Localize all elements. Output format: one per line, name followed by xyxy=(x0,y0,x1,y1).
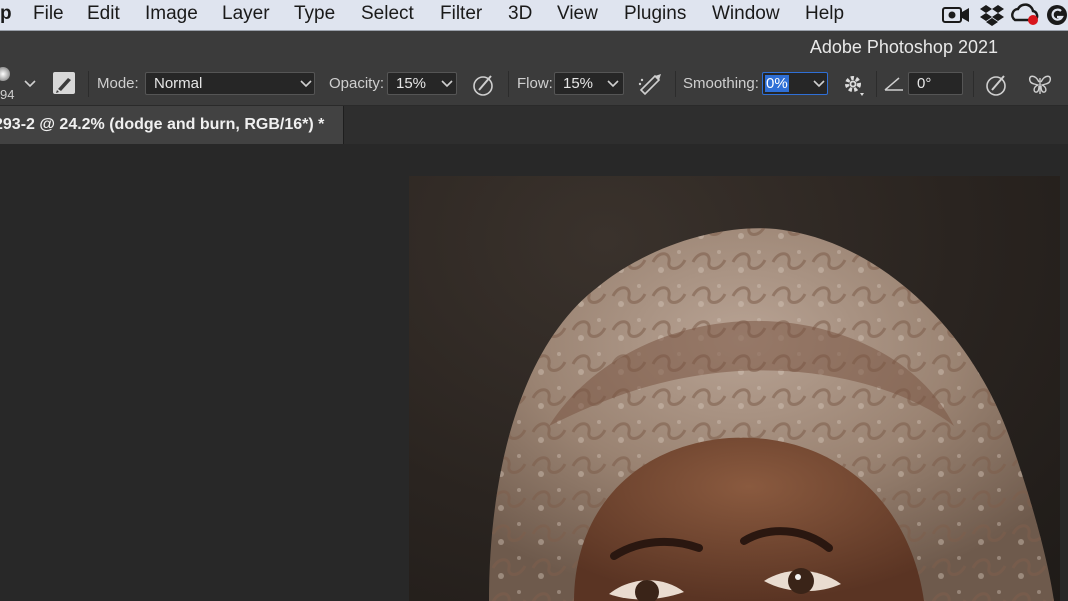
pressure-size-icon[interactable] xyxy=(984,72,1010,98)
brush-picker-chevron-icon[interactable] xyxy=(21,74,39,94)
separator xyxy=(675,71,676,97)
smoothing-settings-gear-icon[interactable] xyxy=(841,72,867,98)
mode-value: Normal xyxy=(154,75,203,92)
menu-bar: p File Edit Image Layer Type Select Filt… xyxy=(0,0,1068,30)
separator xyxy=(508,71,509,97)
opacity-value: 15% xyxy=(396,75,427,92)
menu-layer[interactable]: Layer xyxy=(222,3,270,25)
menu-window[interactable]: Window xyxy=(712,3,780,25)
creative-cloud-icon[interactable] xyxy=(1011,3,1041,27)
grammarly-icon[interactable] xyxy=(1046,3,1068,27)
mode-label: Mode: xyxy=(97,75,139,92)
opacity-chevron-icon[interactable] xyxy=(438,74,456,94)
document-tab[interactable]: 293-2 @ 24.2% (dodge and burn, RGB/16*) … xyxy=(0,106,344,144)
portrait-photo xyxy=(489,228,1054,601)
smoothing-label: Smoothing: xyxy=(683,75,759,92)
app-menu[interactable]: p xyxy=(0,3,12,25)
separator xyxy=(973,71,974,97)
smoothing-value: 0% xyxy=(765,75,789,92)
mode-chevron-icon[interactable] xyxy=(297,74,315,94)
airbrush-icon[interactable] xyxy=(637,72,663,98)
menu-image[interactable]: Image xyxy=(145,3,198,25)
angle-field[interactable]: 0° xyxy=(908,72,963,95)
flow-value: 15% xyxy=(563,75,594,92)
menu-type[interactable]: Type xyxy=(294,3,335,25)
menu-filter[interactable]: Filter xyxy=(440,3,482,25)
menu-file[interactable]: File xyxy=(33,3,64,25)
dropbox-icon[interactable] xyxy=(979,3,1005,27)
flow-label: Flow: xyxy=(517,75,553,92)
brush-preview-icon[interactable] xyxy=(0,67,10,81)
document-canvas[interactable] xyxy=(409,176,1060,601)
menu-3d[interactable]: 3D xyxy=(508,3,532,25)
app-title: Adobe Photoshop 2021 xyxy=(809,37,998,57)
separator xyxy=(876,71,877,97)
mode-select[interactable]: Normal xyxy=(145,72,315,95)
menu-plugins[interactable]: Plugins xyxy=(624,3,686,25)
tool-options-bar: 94 Mode: Normal Opacity: 15% Flow: 15% S… xyxy=(0,63,1068,106)
angle-icon xyxy=(882,72,908,98)
pressure-opacity-icon[interactable] xyxy=(471,72,497,98)
brush-size: 94 xyxy=(0,87,15,102)
smoothing-chevron-icon[interactable] xyxy=(810,74,828,94)
menu-select[interactable]: Select xyxy=(361,3,414,25)
flow-chevron-icon[interactable] xyxy=(604,74,622,94)
app-title-bar: Adobe Photoshop 2021 xyxy=(0,31,1068,63)
brush-settings-icon[interactable] xyxy=(52,71,78,97)
document-tab-title: 293-2 @ 24.2% (dodge and burn, RGB/16*) … xyxy=(0,116,325,133)
menu-help[interactable]: Help xyxy=(805,3,844,25)
opacity-label: Opacity: xyxy=(329,75,385,92)
symmetry-butterfly-icon[interactable] xyxy=(1027,72,1053,98)
screen-record-icon[interactable] xyxy=(941,3,971,27)
angle-value: 0° xyxy=(917,75,932,92)
menu-view[interactable]: View xyxy=(557,3,598,25)
document-tab-bar: 293-2 @ 24.2% (dodge and burn, RGB/16*) … xyxy=(0,106,1068,144)
menu-edit[interactable]: Edit xyxy=(87,3,120,25)
separator xyxy=(88,71,89,97)
